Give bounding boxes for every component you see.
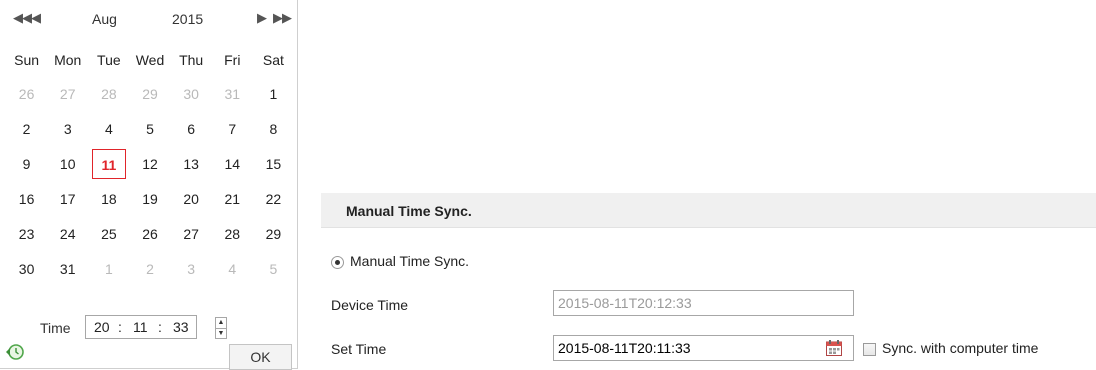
- next-month-icon[interactable]: ▶: [257, 10, 267, 26]
- calendar-day-other-month[interactable]: 5: [253, 251, 294, 286]
- manual-time-sync-radio[interactable]: [331, 256, 344, 269]
- calendar-day-other-month[interactable]: 28: [88, 76, 129, 111]
- calendar-day[interactable]: 27: [171, 216, 212, 251]
- sync-computer-time-checkbox[interactable]: [863, 343, 876, 356]
- calendar-day[interactable]: 15: [253, 146, 294, 181]
- calendar-grid: Sun Mon Tue Wed Thu Fri Sat 26 27 28 29 …: [6, 44, 294, 286]
- calendar-day[interactable]: 20: [171, 181, 212, 216]
- calendar-day[interactable]: 19: [129, 181, 170, 216]
- calendar-day[interactable]: 10: [47, 146, 88, 181]
- time-spinner: ▲ ▼: [215, 317, 227, 339]
- calendar-day[interactable]: 14: [212, 146, 253, 181]
- weekday-label: Fri: [224, 52, 241, 68]
- calendar-week-row: 9 10 11 12 13 14 15: [6, 146, 294, 181]
- next-year-icon[interactable]: ▶▶: [273, 10, 292, 26]
- calendar-day[interactable]: 18: [88, 181, 129, 216]
- manual-time-sync-radio-label[interactable]: Manual Time Sync.: [350, 253, 469, 269]
- calendar-day[interactable]: 7: [212, 111, 253, 146]
- section-header: Manual Time Sync.: [321, 193, 1096, 228]
- weekday-label: Sun: [14, 52, 40, 68]
- time-separator: :: [118, 319, 122, 335]
- calendar-day[interactable]: 12: [129, 146, 170, 181]
- calendar-day[interactable]: 3: [47, 111, 88, 146]
- time-label: Time: [40, 320, 71, 336]
- ok-button[interactable]: OK: [229, 344, 292, 370]
- time-minute[interactable]: 11: [133, 319, 148, 335]
- set-time-label: Set Time: [331, 341, 387, 357]
- calendar-day[interactable]: 24: [47, 216, 88, 251]
- calendar-day[interactable]: 21: [212, 181, 253, 216]
- sync-computer-time-label[interactable]: Sync. with computer time: [882, 340, 1038, 356]
- calendar-day[interactable]: 6: [171, 111, 212, 146]
- calendar-header: ◀◀ ◀ Aug 2015 ▶ ▶▶: [0, 0, 297, 40]
- weekday-label: Thu: [179, 52, 204, 68]
- calendar-year[interactable]: 2015: [172, 11, 203, 27]
- weekday-header-row: Sun Mon Tue Wed Thu Fri Sat: [6, 44, 294, 76]
- calendar-day[interactable]: 17: [47, 181, 88, 216]
- device-time-field: [553, 290, 854, 316]
- time-hour[interactable]: 20: [94, 319, 110, 335]
- calendar-day[interactable]: 1: [253, 76, 294, 111]
- previous-month-icon[interactable]: ◀: [31, 10, 41, 26]
- time-separator: :: [158, 319, 162, 335]
- calendar-day[interactable]: 8: [253, 111, 294, 146]
- calendar-day[interactable]: 25: [88, 216, 129, 251]
- calendar-week-row: 23 24 25 26 27 28 29: [6, 216, 294, 251]
- calendar-day-other-month[interactable]: 30: [171, 76, 212, 111]
- calendar-day[interactable]: 16: [6, 181, 47, 216]
- spinner-down-icon[interactable]: ▼: [216, 328, 226, 339]
- calendar-day-other-month[interactable]: 29: [129, 76, 170, 111]
- calendar-week-row: 16 17 18 19 20 21 22: [6, 181, 294, 216]
- calendar-month[interactable]: Aug: [92, 11, 117, 27]
- set-time-field[interactable]: [553, 335, 854, 361]
- calendar-day[interactable]: 26: [129, 216, 170, 251]
- section-title: Manual Time Sync.: [346, 203, 472, 219]
- calendar-day[interactable]: 28: [212, 216, 253, 251]
- calendar-day[interactable]: 31: [47, 251, 88, 286]
- calendar-day[interactable]: 4: [88, 111, 129, 146]
- calendar-day-other-month[interactable]: 31: [212, 76, 253, 111]
- calendar-day[interactable]: 30: [6, 251, 47, 286]
- calendar-day-other-month[interactable]: 1: [88, 251, 129, 286]
- selected-day-label: 11: [91, 148, 126, 179]
- spinner-up-icon[interactable]: ▲: [216, 318, 226, 328]
- calendar-day-selected[interactable]: 11: [88, 146, 129, 181]
- calendar-icon[interactable]: [825, 339, 843, 357]
- calendar-day[interactable]: 9: [6, 146, 47, 181]
- calendar-week-row: 2 3 4 5 6 7 8: [6, 111, 294, 146]
- weekday-label: Tue: [97, 52, 121, 68]
- calendar-day-other-month[interactable]: 26: [6, 76, 47, 111]
- weekday-label: Wed: [135, 52, 165, 68]
- calendar-day-other-month[interactable]: 27: [47, 76, 88, 111]
- date-picker-popup: ◀◀ ◀ Aug 2015 ▶ ▶▶ Sun Mon Tue Wed Thu F…: [0, 0, 298, 370]
- weekday-label: Mon: [54, 52, 82, 68]
- calendar-day-other-month[interactable]: 4: [212, 251, 253, 286]
- calendar-day[interactable]: 22: [253, 181, 294, 216]
- time-second[interactable]: 33: [173, 319, 189, 335]
- calendar-day[interactable]: 5: [129, 111, 170, 146]
- clock-refresh-icon[interactable]: [5, 342, 25, 362]
- calendar-week-row: 30 31 1 2 3 4 5: [6, 251, 294, 286]
- calendar-week-row: 26 27 28 29 30 31 1: [6, 76, 294, 111]
- weekday-label: Sat: [262, 52, 284, 68]
- calendar-day[interactable]: 29: [253, 216, 294, 251]
- calendar-day[interactable]: 2: [6, 111, 47, 146]
- calendar-day[interactable]: 13: [171, 146, 212, 181]
- device-time-label: Device Time: [331, 297, 409, 313]
- calendar-day-other-month[interactable]: 2: [129, 251, 170, 286]
- time-input[interactable]: 20 : 11 : 33: [85, 315, 197, 339]
- calendar-day-other-month[interactable]: 3: [171, 251, 212, 286]
- calendar-day[interactable]: 23: [6, 216, 47, 251]
- previous-year-icon[interactable]: ◀◀: [13, 10, 32, 26]
